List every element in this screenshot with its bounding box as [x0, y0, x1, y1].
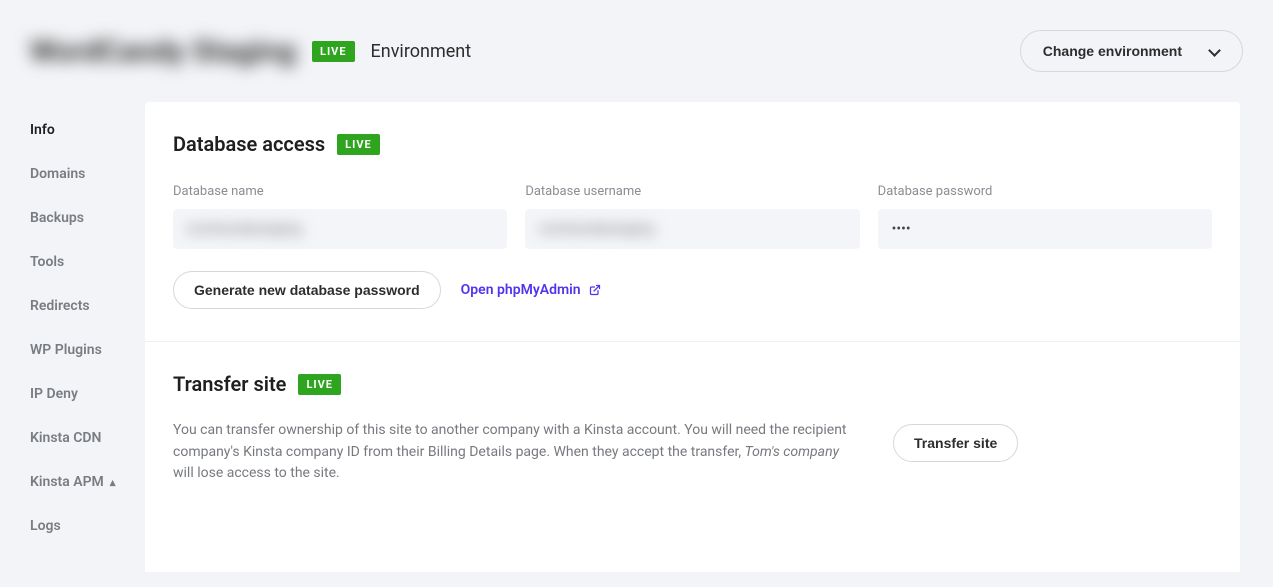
- sidebar-item-ip-deny[interactable]: IP Deny: [30, 386, 145, 402]
- sidebar-item-kinsta-cdn[interactable]: Kinsta CDN: [30, 430, 145, 446]
- database-access-section: Database access LIVE Database name wordc…: [145, 102, 1240, 342]
- transfer-site-section: Transfer site LIVE You can transfer owne…: [145, 342, 1240, 517]
- sidebar: Info Domains Backups Tools Redirects WP …: [0, 102, 145, 534]
- chevron-down-icon: [1210, 46, 1220, 56]
- environment-label: Environment: [371, 41, 472, 62]
- db-username-value: wordcandystaging: [525, 209, 859, 249]
- sidebar-item-tools[interactable]: Tools: [30, 254, 145, 270]
- sidebar-item-domains[interactable]: Domains: [30, 166, 145, 182]
- db-name-value: wordcandystaging: [173, 209, 507, 249]
- transfer-live-badge: LIVE: [298, 374, 341, 395]
- sidebar-item-backups[interactable]: Backups: [30, 210, 145, 226]
- apm-indicator-icon: ▴: [110, 476, 116, 489]
- db-username-label: Database username: [525, 184, 859, 199]
- external-link-icon: [589, 284, 601, 296]
- change-environment-button[interactable]: Change environment: [1020, 30, 1243, 72]
- sidebar-item-redirects[interactable]: Redirects: [30, 298, 145, 314]
- site-title: WordCandy Staging: [30, 34, 296, 69]
- transfer-site-button[interactable]: Transfer site: [893, 424, 1018, 462]
- open-phpmyadmin-link[interactable]: Open phpMyAdmin: [461, 282, 601, 298]
- env-live-badge: LIVE: [312, 41, 355, 62]
- db-name-label: Database name: [173, 184, 507, 199]
- db-password-value: ••••: [878, 209, 1212, 249]
- sidebar-item-kinsta-apm[interactable]: Kinsta APM ▴: [30, 474, 145, 490]
- database-access-title: Database access: [173, 132, 325, 156]
- main-panel: Database access LIVE Database name wordc…: [145, 102, 1240, 572]
- db-live-badge: LIVE: [337, 134, 380, 155]
- sidebar-item-wp-plugins[interactable]: WP Plugins: [30, 342, 145, 358]
- change-environment-label: Change environment: [1043, 43, 1182, 59]
- generate-db-password-button[interactable]: Generate new database password: [173, 271, 441, 309]
- transfer-description: You can transfer ownership of this site …: [173, 420, 863, 485]
- db-password-label: Database password: [878, 184, 1212, 199]
- sidebar-item-logs[interactable]: Logs: [30, 518, 145, 534]
- transfer-site-title: Transfer site: [173, 372, 286, 396]
- sidebar-item-info[interactable]: Info: [30, 122, 145, 138]
